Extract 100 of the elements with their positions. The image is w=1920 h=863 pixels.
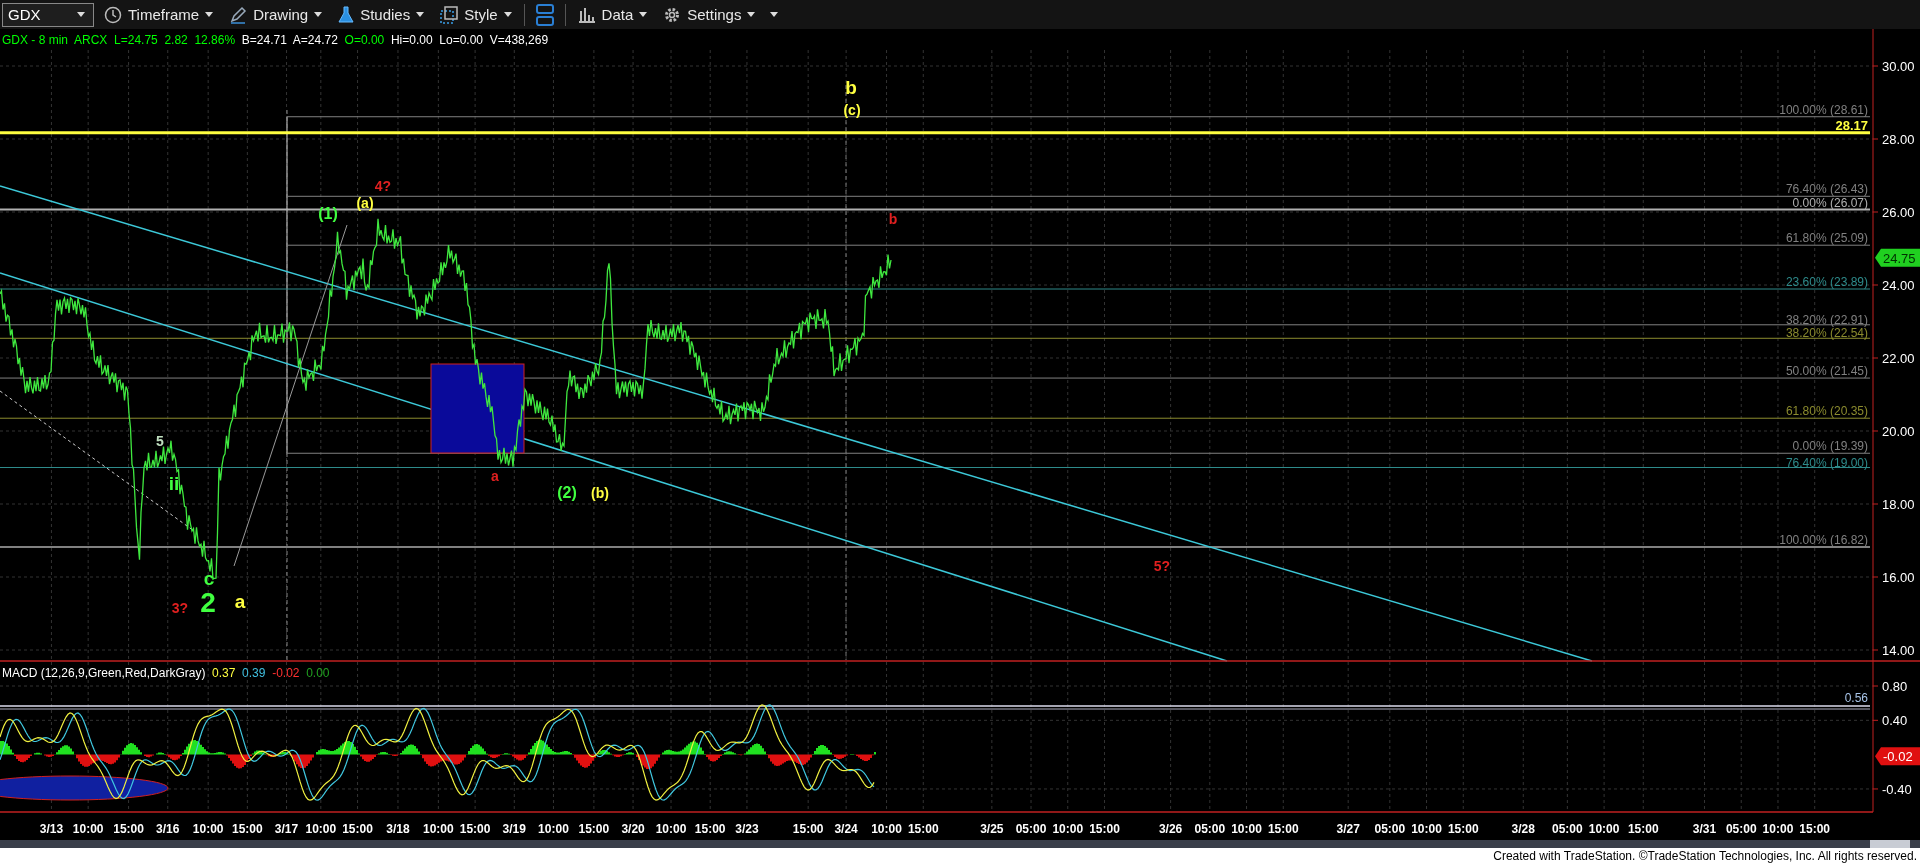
- symbol-dropdown[interactable]: GDX: [2, 2, 94, 27]
- caret-icon: [747, 12, 756, 17]
- time-axis-label: 15:00: [1447, 822, 1479, 836]
- price-axis-label: 28.00: [1882, 132, 1915, 147]
- macd-axis-label: -0.40: [1882, 781, 1912, 797]
- time-axis-label: 15:00: [342, 822, 373, 836]
- wave-label: ii: [168, 473, 180, 494]
- copyright-text: Created with TradeStation. ©TradeStation Technologies, Inc. All rights reserved.: [1493, 848, 1917, 863]
- scrollbar-thumb[interactable]: [1870, 840, 1910, 848]
- time-axis-label: 10:00: [871, 822, 902, 836]
- caret-icon: [416, 12, 425, 17]
- time-axis-label: 10:00: [655, 822, 687, 836]
- toolbar-menu-button[interactable]: Settings: [657, 2, 762, 27]
- fibonacci-label: 38.20% (22.54): [1785, 326, 1868, 341]
- time-axis-label: 05:00: [1015, 822, 1047, 836]
- wave-label: b: [845, 77, 857, 98]
- fibonacci-label: 61.80% (20.35): [1785, 404, 1868, 419]
- time-axis-label: 3/23: [735, 822, 759, 836]
- time-axis-label: 10:00: [1052, 822, 1084, 836]
- caret-icon: [205, 12, 214, 17]
- scrollbar-track[interactable]: [0, 840, 1920, 848]
- caret-icon: [503, 12, 512, 17]
- quote-info-line: GDX - 8 min ARCX L=24.75 2.82 12.86% B=24.71 A=24.72 O=0.00 Hi=0.00 Lo=0.00 V=438,269: [2, 33, 549, 47]
- time-axis-label: 15:00: [907, 822, 939, 836]
- time-axis-label: 15:00: [1799, 822, 1831, 836]
- fibonacci-label: 76.40% (26.43): [1785, 182, 1868, 197]
- fibonacci-label: 61.80% (25.09): [1785, 231, 1868, 246]
- fibonacci-label: 100.00% (28.61): [1779, 102, 1868, 117]
- time-axis-label: 3/16: [156, 822, 180, 836]
- price-axis-label: 24.00: [1882, 278, 1915, 293]
- bar-chart-icon: [577, 6, 596, 23]
- time-axis-label: 3/17: [274, 822, 299, 836]
- time-axis-label: 10:00: [1762, 822, 1794, 836]
- flask-icon: [338, 5, 355, 24]
- fibonacci-label: 0.00% (19.39): [1792, 439, 1868, 454]
- toolbar-menu-button[interactable]: Style: [434, 2, 518, 27]
- time-axis-label: 3/20: [621, 822, 645, 836]
- time-axis-label: 3/24: [834, 822, 858, 836]
- time-axis-label: 05:00: [1725, 822, 1757, 836]
- time-axis-label: 05:00: [1552, 822, 1583, 836]
- toolbar-menu-button[interactable]: Data: [571, 2, 654, 27]
- time-axis-label: 05:00: [1374, 822, 1406, 836]
- time-axis-label: 3/26: [1158, 822, 1183, 836]
- price-axis-label: 26.00: [1882, 205, 1915, 220]
- fibonacci-label: 50.00% (21.45): [1785, 364, 1868, 379]
- toolbar-menu-button[interactable]: Studies: [332, 2, 431, 27]
- fibonacci-label: 100.00% (16.82): [1779, 533, 1868, 548]
- time-axis-label: 3/27: [1336, 822, 1360, 836]
- time-axis-label: 3/18: [386, 822, 410, 836]
- price-axis-label: 20.00: [1882, 424, 1915, 439]
- time-axis-label: 15:00: [694, 822, 726, 836]
- wave-label: c: [203, 568, 215, 589]
- level-value-label: 0.56: [1844, 691, 1868, 705]
- fibonacci-label: 23.60% (23.89): [1785, 275, 1868, 289]
- wave-label: (1): [318, 205, 338, 222]
- time-axis-label: 3/13: [39, 822, 64, 836]
- toolbar-menu-button[interactable]: Drawing: [223, 2, 329, 27]
- time-axis-label: 10:00: [1588, 822, 1620, 836]
- fibonacci-label: 38.20% (22.91): [1785, 312, 1868, 327]
- time-axis-label: 15:00: [1267, 822, 1299, 836]
- time-axis-label: 05:00: [1194, 822, 1226, 836]
- time-axis-label: 15:00: [232, 822, 263, 836]
- caret-icon: [639, 12, 648, 17]
- time-axis-label: 3/25: [980, 822, 1004, 836]
- time-axis-label: 15:00: [1089, 822, 1120, 836]
- toolbar-menu-button[interactable]: Timeframe: [98, 2, 220, 27]
- time-axis-label: 10:00: [305, 822, 337, 836]
- wave-label: 2: [200, 587, 216, 618]
- macd-axis-label: 0.80: [1882, 679, 1908, 694]
- time-axis-label: 15:00: [792, 822, 824, 836]
- time-axis-label: 10:00: [1411, 822, 1442, 836]
- time-axis-label: 3/31: [1692, 822, 1717, 836]
- price-axis-label: 14.00: [1882, 643, 1915, 658]
- wave-label: (b): [591, 485, 609, 501]
- wave-label: 5: [156, 433, 164, 449]
- time-axis-label: 3/28: [1511, 822, 1535, 836]
- caret-icon: [314, 12, 323, 17]
- time-axis-label: 10:00: [72, 822, 104, 836]
- time-axis-label: 10:00: [423, 822, 454, 836]
- pen-icon: [229, 5, 248, 24]
- fibonacci-label: 0.00% (26.07): [1792, 196, 1868, 211]
- layout-icon: [535, 3, 554, 26]
- time-axis-label: 15:00: [113, 822, 144, 836]
- wave-label: (2): [557, 484, 577, 501]
- caret-icon: [770, 12, 779, 17]
- time-axis-label: 15:00: [459, 822, 491, 836]
- wave-label: (a): [356, 195, 374, 211]
- clock-icon: [104, 5, 122, 24]
- time-axis-label: 15:00: [1627, 822, 1659, 836]
- time-axis-label: 10:00: [192, 822, 224, 836]
- style-icon: [440, 5, 459, 24]
- time-axis-label: 10:00: [538, 822, 569, 836]
- price-axis-label: 18.00: [1882, 497, 1915, 512]
- macd-reading-marker: -0.02: [1875, 747, 1920, 766]
- macd-axis-label: 0.40: [1882, 713, 1908, 729]
- time-axis-label: 3/19: [502, 822, 526, 836]
- fibonacci-label: 28.17: [1835, 117, 1868, 133]
- settings-icon: [663, 5, 682, 24]
- wave-label: b: [888, 211, 898, 227]
- wave-label: a: [491, 468, 499, 484]
